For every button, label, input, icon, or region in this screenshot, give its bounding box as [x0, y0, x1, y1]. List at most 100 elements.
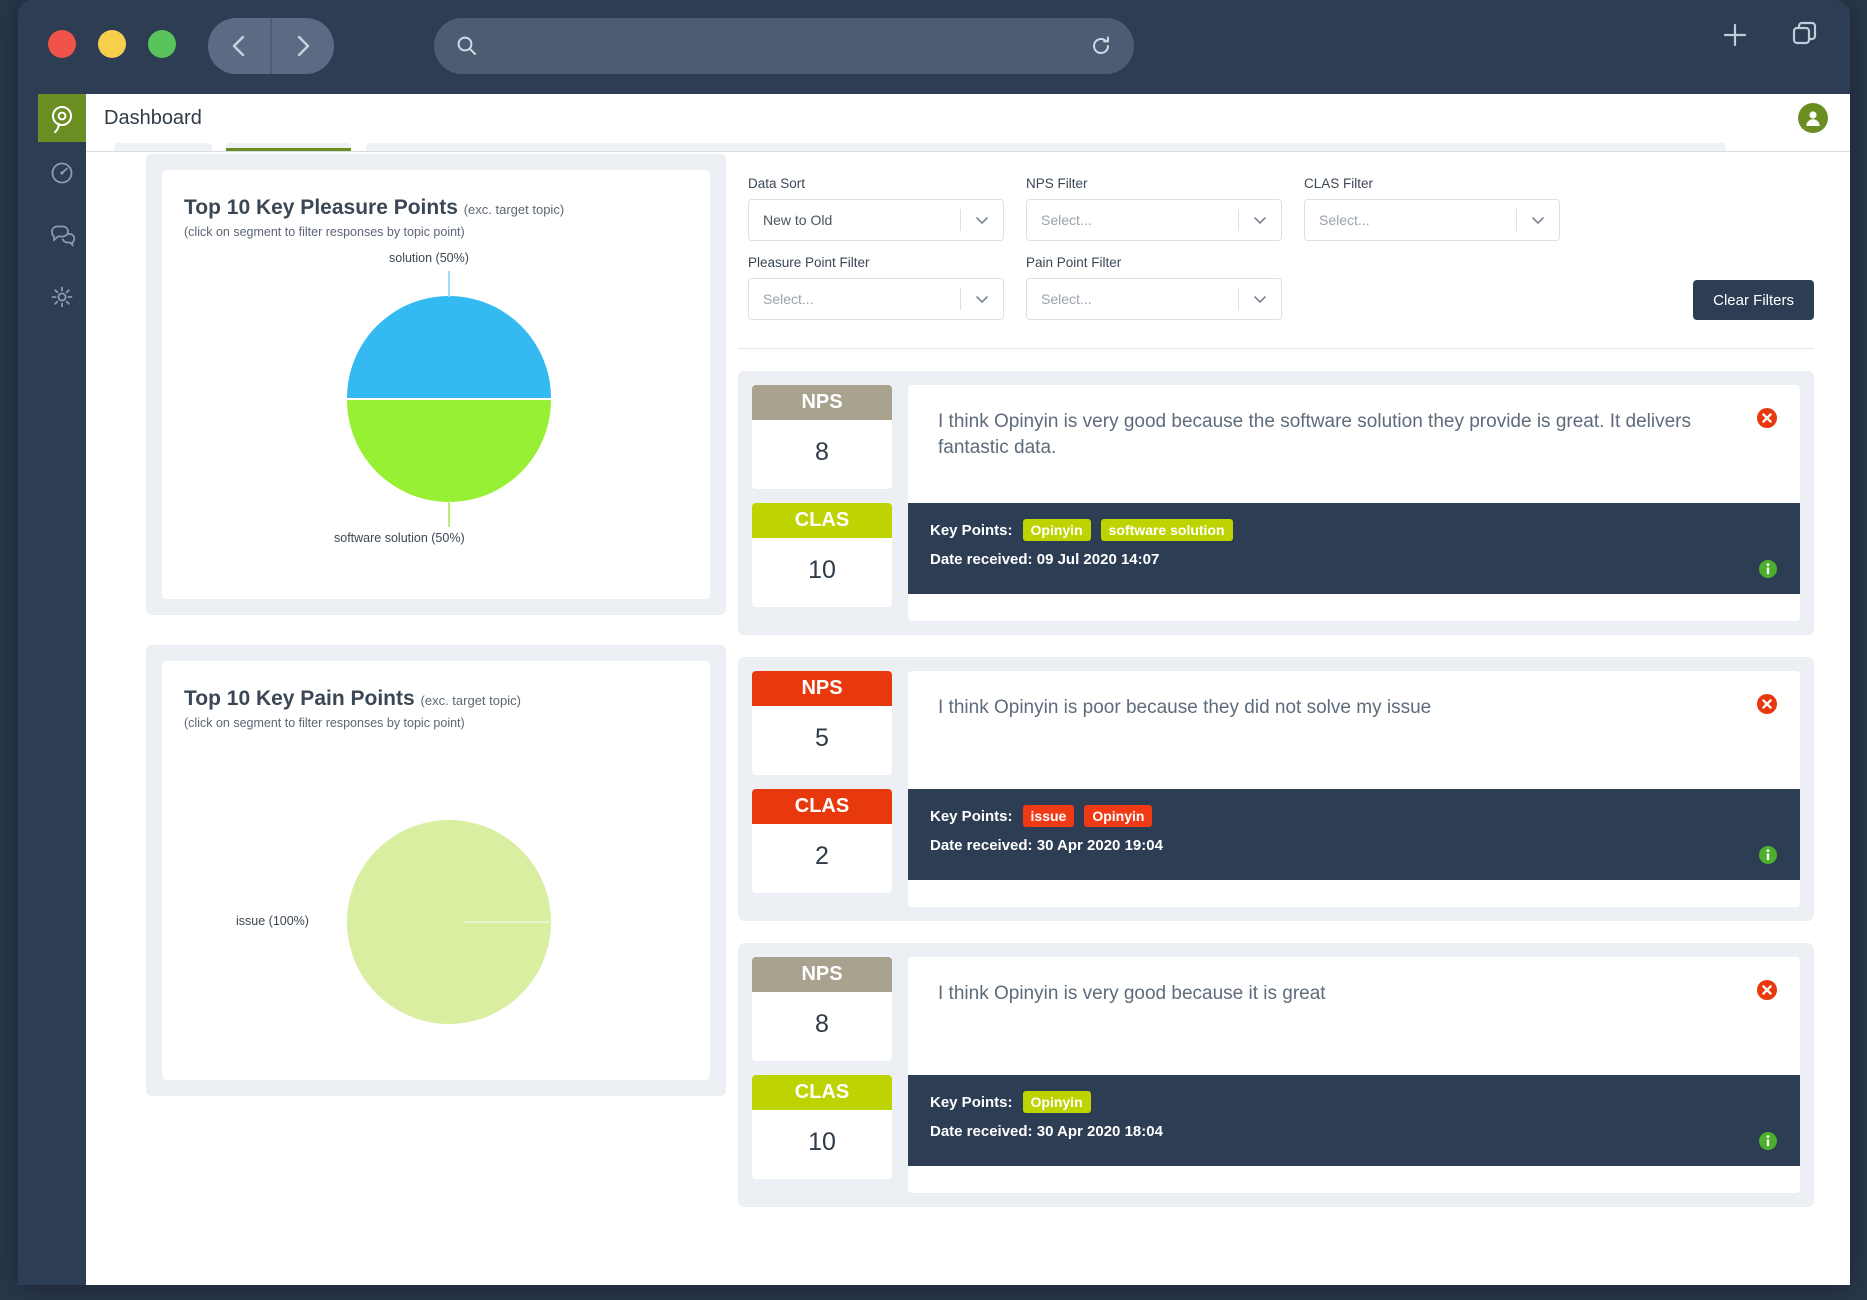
- nps-filter-select[interactable]: Select...: [1026, 199, 1282, 241]
- nps-label: NPS: [752, 671, 892, 706]
- address-bar[interactable]: [434, 18, 1134, 74]
- pie-leader-line-top: [448, 271, 450, 297]
- clas-filter-label: CLAS Filter: [1304, 176, 1374, 191]
- plus-icon: [1723, 23, 1747, 47]
- clas-score-box: CLAS 2: [752, 789, 892, 893]
- nps-filter-value: Select...: [1041, 212, 1092, 228]
- chat-bubbles-icon: [51, 225, 75, 248]
- user-avatar-icon[interactable]: [1798, 103, 1828, 133]
- pain-points-title-suffix: (exc. target topic): [420, 693, 521, 708]
- chevron-down-icon[interactable]: [961, 212, 1003, 228]
- response-text-wrap: I think Opinyin is poor because they did…: [908, 671, 1800, 789]
- opinyin-logo-icon[interactable]: [38, 94, 86, 142]
- response-text: I think Opinyin is very good because it …: [938, 983, 1326, 1004]
- key-point-tag[interactable]: Opinyin: [1022, 1091, 1091, 1113]
- nps-value: 8: [815, 1010, 829, 1038]
- clas-score-box: CLAS 10: [752, 503, 892, 607]
- response-text: I think Opinyin is very good because the…: [938, 411, 1692, 458]
- key-point-tag[interactable]: Opinyin: [1084, 805, 1153, 827]
- browser-window: Dashboard Top 10 Key Pleasure Points (ex…: [18, 0, 1850, 1285]
- pain-points-title-main: Top 10 Key Pain Points: [184, 687, 415, 710]
- new-tab-button[interactable]: [1720, 20, 1750, 50]
- pain-point-filter-label: Pain Point Filter: [1026, 255, 1122, 270]
- response-body: I think Opinyin is very good because it …: [908, 957, 1800, 1193]
- date-received-label: Date received:: [930, 837, 1033, 854]
- sidebar-item-dashboard[interactable]: [38, 142, 86, 204]
- speedometer-dashboard-icon: [51, 162, 73, 184]
- application-frame: Dashboard Top 10 Key Pleasure Points (ex…: [38, 94, 1850, 1285]
- chevron-down-icon[interactable]: [1239, 291, 1281, 307]
- sidebar-item-responses[interactable]: [38, 204, 86, 266]
- clear-filters-button[interactable]: Clear Filters: [1693, 280, 1814, 320]
- chevron-down-icon[interactable]: [1517, 212, 1559, 228]
- filter-row-2: Pleasure Point Filter Select... Pain Poi…: [748, 255, 1814, 320]
- response-text-wrap: I think Opinyin is very good because it …: [908, 957, 1800, 1075]
- response-card: NPS 8 CLAS 10 I think Opinyin is very go…: [738, 943, 1814, 1207]
- nps-score-box: NPS 5: [752, 671, 892, 775]
- chevron-down-icon[interactable]: [1239, 212, 1281, 228]
- nps-value: 8: [815, 438, 829, 466]
- response-meta: Key Points: Opinyin software solution Dat…: [908, 503, 1800, 594]
- back-button[interactable]: [208, 18, 270, 74]
- maximize-window-button[interactable]: [148, 30, 176, 58]
- tab-responses[interactable]: [226, 143, 351, 151]
- chevron-down-icon[interactable]: [961, 291, 1003, 307]
- key-point-tag[interactable]: software solution: [1100, 519, 1233, 541]
- clas-label: CLAS: [752, 503, 892, 538]
- clas-filter-value: Select...: [1319, 212, 1370, 228]
- info-circle-icon[interactable]: [1758, 845, 1778, 870]
- desktop-background: Dashboard Top 10 Key Pleasure Points (ex…: [0, 0, 1867, 1300]
- pie-label-software-solution: software solution (50%): [334, 531, 465, 545]
- key-point-tag[interactable]: Opinyin: [1022, 519, 1091, 541]
- key-point-tag[interactable]: issue: [1022, 805, 1075, 827]
- reload-icon[interactable]: [1090, 35, 1112, 57]
- clas-score-box: CLAS 10: [752, 1075, 892, 1179]
- clas-value: 10: [808, 1128, 836, 1156]
- pleasure-points-card: Top 10 Key Pleasure Points (exc. target …: [146, 154, 726, 615]
- pie-slice-solution[interactable]: [347, 296, 551, 398]
- nps-filter-label: NPS Filter: [1026, 176, 1088, 191]
- close-window-button[interactable]: [48, 30, 76, 58]
- data-sort-select[interactable]: New to Old: [748, 199, 1004, 241]
- delete-circle-icon[interactable]: [1756, 407, 1778, 434]
- pain-points-card: Top 10 Key Pain Points (exc. target topi…: [146, 645, 726, 1096]
- show-tabs-button[interactable]: [1790, 20, 1820, 50]
- key-points-line: Key Points: Opinyin: [930, 1091, 1778, 1113]
- url-input[interactable]: [478, 36, 1090, 56]
- tab-strip: [86, 142, 1850, 152]
- chrome-actions: [1720, 20, 1820, 50]
- date-received-line: Date received: 30 Apr 2020 18:04: [930, 1123, 1778, 1140]
- pie-label-solution: solution (50%): [389, 251, 469, 265]
- copy-tabs-icon: [1792, 21, 1817, 45]
- delete-circle-icon[interactable]: [1756, 979, 1778, 1006]
- response-body: I think Opinyin is very good because the…: [908, 385, 1800, 621]
- tab-overview[interactable]: [114, 143, 212, 151]
- pleasure-point-filter-select[interactable]: Select...: [748, 278, 1004, 320]
- info-circle-icon[interactable]: [1758, 1131, 1778, 1156]
- filter-row-1: Data Sort New to Old NPS Filter Select..…: [748, 176, 1814, 241]
- browser-titlebar: [18, 0, 1850, 94]
- date-received-label: Date received:: [930, 551, 1033, 568]
- sidebar-item-settings[interactable]: [38, 266, 86, 328]
- pain-points-title: Top 10 Key Pain Points (exc. target topi…: [184, 687, 688, 711]
- key-points-label: Key Points:: [930, 807, 1013, 825]
- key-points-label: Key Points:: [930, 521, 1013, 539]
- clas-label: CLAS: [752, 789, 892, 824]
- pleasure-point-filter-value: Select...: [763, 291, 814, 307]
- pain-point-filter-select[interactable]: Select...: [1026, 278, 1282, 320]
- response-body: I think Opinyin is poor because they did…: [908, 671, 1800, 907]
- delete-circle-icon[interactable]: [1756, 693, 1778, 720]
- data-sort-label: Data Sort: [748, 176, 806, 191]
- minimize-window-button[interactable]: [98, 30, 126, 58]
- response-card: NPS 5 CLAS 2 I think Opinyin is poor bec…: [738, 657, 1814, 921]
- date-received-value: 30 Apr 2020 19:04: [1036, 837, 1163, 854]
- info-circle-icon[interactable]: [1758, 559, 1778, 584]
- pie-slice-software-solution[interactable]: [347, 400, 551, 502]
- forward-button[interactable]: [270, 18, 334, 74]
- key-points-label: Key Points:: [930, 1093, 1013, 1111]
- clas-label: CLAS: [752, 1075, 892, 1110]
- clas-value: 10: [808, 556, 836, 584]
- nps-label: NPS: [752, 957, 892, 992]
- tab-filler: [366, 143, 1726, 151]
- clas-filter-select[interactable]: Select...: [1304, 199, 1560, 241]
